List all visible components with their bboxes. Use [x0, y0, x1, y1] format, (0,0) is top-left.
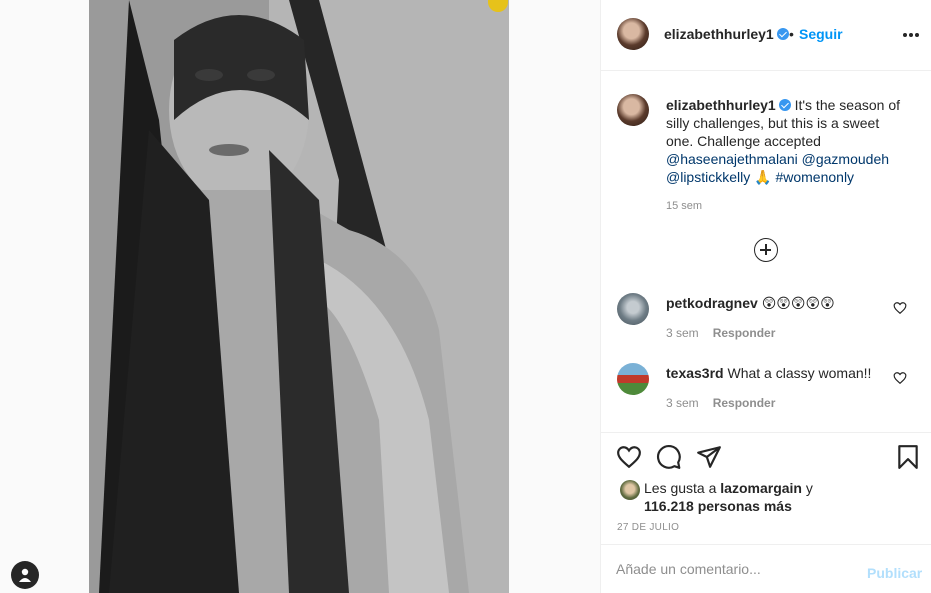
comment-time[interactable]: 3 sem	[666, 326, 699, 340]
verified-icon	[778, 99, 791, 111]
comment-body: What a classy woman!!	[727, 365, 872, 381]
likes-count[interactable]: 116.218 personas más	[644, 498, 792, 514]
commenter-username[interactable]: petkodragnev	[666, 295, 758, 311]
follow-button[interactable]: Seguir	[799, 26, 843, 42]
likes-prefix: Les gusta a	[644, 480, 717, 496]
media-area	[0, 0, 600, 593]
comment-item: texas3rd What a classy woman!! 3 sem Resp…	[601, 363, 931, 425]
comment-item: petkodragnev 😲😲😲😲😲 3 sem Responder	[601, 293, 931, 355]
add-comments-icon[interactable]	[754, 238, 778, 262]
separator-dot: •	[789, 26, 794, 42]
mention-link[interactable]: @lipstickkelly	[666, 169, 750, 185]
commenter-avatar[interactable]	[617, 293, 649, 325]
publish-button[interactable]: Publicar	[867, 565, 922, 581]
comment-meta: 3 sem Responder	[666, 396, 775, 410]
post-date[interactable]: 27 DE JULIO	[617, 522, 679, 533]
caption-author-avatar[interactable]	[617, 94, 649, 126]
heart-icon[interactable]	[893, 371, 907, 385]
caption-emoji: 🙏	[754, 169, 772, 185]
comment-body: 😲😲😲😲😲	[761, 295, 835, 311]
caption-timestamp[interactable]: 15 sem	[666, 200, 702, 212]
like-heart-icon[interactable]	[616, 444, 642, 470]
reply-button[interactable]: Responder	[713, 326, 776, 340]
verified-icon	[776, 28, 789, 40]
share-icon[interactable]	[696, 444, 722, 470]
post-photo[interactable]	[89, 0, 509, 593]
comment-icon[interactable]	[656, 444, 682, 470]
reply-button[interactable]: Responder	[713, 396, 776, 410]
post-caption: elizabethhurley1 It's the season of sill…	[666, 96, 906, 186]
comment-box: Publicar	[601, 544, 931, 593]
commenter-avatar[interactable]	[617, 363, 649, 395]
likes-summary: Les gusta a lazomargain y 116.218 person…	[644, 479, 844, 515]
comment-meta: 3 sem Responder	[666, 326, 775, 340]
mention-link[interactable]: @haseenajethmalani	[666, 151, 798, 167]
post-side-panel: elizabethhurley1 • Seguir elizabethhurle…	[600, 0, 931, 593]
divider	[601, 432, 931, 433]
comment-text: texas3rd What a classy woman!!	[666, 365, 871, 381]
caption-username[interactable]: elizabethhurley1	[666, 97, 776, 113]
hashtag-link[interactable]: #womenonly	[775, 169, 854, 185]
portrait-image	[89, 0, 509, 593]
heart-icon[interactable]	[893, 301, 907, 315]
liker-username[interactable]: lazomargain	[720, 480, 802, 496]
post-header: elizabethhurley1 • Seguir	[601, 0, 931, 71]
author-username-text[interactable]: elizabethhurley1	[664, 26, 774, 42]
comment-time[interactable]: 3 sem	[666, 396, 699, 410]
mention-link[interactable]: @gazmoudeh	[802, 151, 889, 167]
author-username[interactable]: elizabethhurley1	[664, 26, 789, 42]
commenter-username[interactable]: texas3rd	[666, 365, 724, 381]
comment-input[interactable]	[616, 559, 846, 579]
more-options-icon[interactable]	[903, 30, 919, 40]
author-avatar[interactable]	[617, 18, 649, 50]
likes-conj: y	[805, 480, 813, 496]
bookmark-icon[interactable]	[895, 444, 921, 470]
account-icon[interactable]	[11, 561, 39, 589]
comment-text: petkodragnev 😲😲😲😲😲	[666, 295, 835, 312]
liker-avatar[interactable]	[620, 480, 640, 500]
